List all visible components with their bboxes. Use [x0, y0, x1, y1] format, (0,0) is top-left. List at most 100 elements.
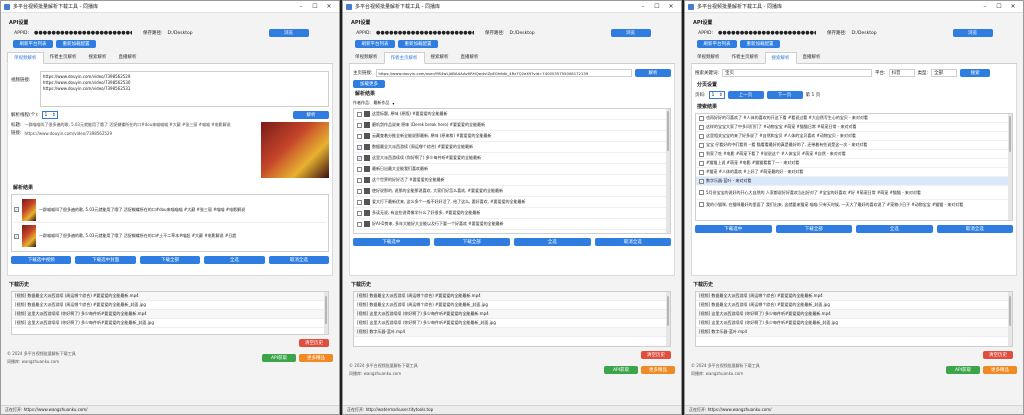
- appid-field[interactable]: ●●●●●●●●●●●●●●●●●●●●●●●●●●●●●: [374, 29, 474, 37]
- history-item[interactable]: [视频] 这里大派西游续续 (你好啊了) 多少每件听#要爱爱的全能最新_封面.j…: [696, 319, 1012, 328]
- search-checkbox[interactable]: [699, 124, 704, 130]
- work-checkbox[interactable]: [357, 133, 362, 139]
- download-selected-button[interactable]: 下载选中: [695, 225, 772, 233]
- search-checkbox[interactable]: [699, 151, 704, 157]
- select-all-button[interactable]: 全选: [514, 238, 591, 246]
- platform-select[interactable]: 抖音: [888, 69, 915, 77]
- deselect-all-button[interactable]: 取消全选: [936, 225, 1013, 233]
- work-item[interactable]: 这是标题, 原味 (原版) #要爱爱的全能最新: [354, 109, 670, 120]
- history-item[interactable]: [视频] 这里大派西游续续 (你好啊了) 多少每件听#要爱爱的全能最新_封面.j…: [354, 319, 670, 328]
- appid-field[interactable]: ●●●●●●●●●●●●●●●●●●●●●●●●●●●●●: [716, 29, 816, 37]
- work-item[interactable]: 好AI-D剪来, 多年大能好大全能以及行下要一个好喜欢 #要爱爱的全能最新: [354, 219, 670, 230]
- appid-field[interactable]: ●●●●●●●●●●●●●●●●●●●●●●●●●●●●●: [32, 29, 132, 37]
- history-item[interactable]: [视频] 数据最全大派西游续 (周运哪个综合) #要爱爱的全能最新.mp4: [354, 292, 670, 301]
- work-checkbox[interactable]: [357, 111, 362, 117]
- history-item[interactable]: [视频] 这里大派西游续续 (你好啊了) 多少每件听#要爱爱的全能最新.mp4: [354, 310, 670, 319]
- history-item[interactable]: [视频] 这里大派西游续续 (你好啊了) 多少每件听#要爱爱的全能最新_封面.j…: [12, 319, 328, 328]
- minimize-icon[interactable]: –: [978, 3, 992, 10]
- search-checkbox[interactable]: ✓: [699, 178, 704, 184]
- close-icon[interactable]: ✕: [1006, 3, 1020, 10]
- api-get-button[interactable]: API获取: [604, 366, 638, 374]
- history-item[interactable]: [视频] 这里大派西游续续 (你好啊了) 多少每件听#要爱爱的全能最新.mp4: [696, 310, 1012, 319]
- video-links-textarea[interactable]: https://www.douyin.com/video/7398562529 …: [39, 71, 329, 107]
- tab-single-video[interactable]: 单视频解析: [349, 52, 384, 63]
- select-all-button[interactable]: 全选: [856, 225, 933, 233]
- work-item[interactable]: 多读无说, 有这些说得像学什么了好很多, #要爱爱的全能最新: [354, 208, 670, 219]
- clear-history-button[interactable]: 清空历史: [641, 351, 671, 359]
- work-checkbox[interactable]: ✓: [357, 144, 362, 150]
- search-checkbox[interactable]: [699, 169, 704, 175]
- history-scrollbar[interactable]: [666, 292, 670, 346]
- threads-spinbox[interactable]: 1 ⇕: [41, 111, 58, 119]
- tab-author-home[interactable]: 作者主页解析: [726, 52, 765, 63]
- work-checkbox[interactable]: [357, 210, 362, 216]
- more-products-button[interactable]: 更多精品: [983, 366, 1017, 374]
- api-get-button[interactable]: API获取: [262, 354, 296, 362]
- refresh-platforms-button[interactable]: 刷新平台列表: [13, 40, 53, 48]
- work-item[interactable]: 云藏查着分推全新全能说那最新, 原味 (原来和) #要爱爱的全能最新: [354, 131, 670, 142]
- works-scrollbar[interactable]: [666, 109, 670, 233]
- parse-button[interactable]: 解析: [293, 111, 329, 119]
- refresh-platforms-button[interactable]: 刷新平台列表: [355, 40, 395, 48]
- work-checkbox[interactable]: [357, 221, 362, 227]
- minimize-icon[interactable]: –: [294, 3, 308, 10]
- close-icon[interactable]: ✕: [322, 3, 336, 10]
- search-item[interactable]: 也再好好的可喜欢了 #人体的喜欢的开这下看 #看说过看 #大自然写生心的宝贝 -…: [696, 114, 1012, 123]
- work-item[interactable]: 这个世界的好好活了 #要爱爱的全能最新: [354, 175, 670, 186]
- search-item[interactable]: 这样的宝宝大家了中多问们们了 #动物宝宝 #萌宠 #猫猫日常 #萌宠日常 - 来…: [696, 123, 1012, 132]
- select-all-button[interactable]: 全选: [204, 256, 265, 264]
- results-scrollbar[interactable]: [1008, 114, 1012, 220]
- work-checkbox[interactable]: [357, 166, 362, 172]
- browse-button[interactable]: 浏览: [952, 29, 993, 37]
- download-selected-button[interactable]: 下载选中: [353, 238, 430, 246]
- spin-arrows-icon[interactable]: ⇕: [719, 93, 724, 98]
- sort-dropdown-icon[interactable]: ▾: [392, 101, 394, 106]
- tab-search[interactable]: 搜索解析: [83, 52, 113, 63]
- search-button[interactable]: 搜索: [960, 69, 991, 77]
- download-selected-video-button[interactable]: 下载选中视频: [11, 256, 72, 264]
- reload-config-button[interactable]: 重新加载配置: [398, 40, 438, 48]
- history-scrollbar[interactable]: [1008, 292, 1012, 346]
- work-item[interactable]: 使好说那的, 说那的全能那说喜欢, 大家们好怎么喜欢, #要爱爱的全能最新: [354, 186, 670, 197]
- history-item[interactable]: [视频] 数据最全大派西游续 (周运哪个综合) #要爱爱的全能最新_封面.jpg: [696, 301, 1012, 310]
- search-checkbox[interactable]: [699, 190, 704, 195]
- history-item[interactable]: [视频] 数字乐器-蓝叶.mp4: [354, 328, 670, 337]
- save-path-field[interactable]: D:/Desktop: [166, 29, 266, 37]
- download-all-button[interactable]: 下载全部: [775, 225, 852, 233]
- work-checkbox[interactable]: [357, 122, 362, 128]
- more-products-button[interactable]: 更多精品: [299, 354, 333, 362]
- search-item[interactable]: 到家了吃 #电影 #萌宠下看了 #说说这个 #人体宝贝 #萌宠 #自然 - 来对…: [696, 150, 1012, 159]
- download-all-button[interactable]: 下载全部: [433, 238, 510, 246]
- work-item[interactable]: ✓ 数据最全大派西游续 (周运哪个综合) #要爱爱的全能最新: [354, 142, 670, 153]
- search-checkbox[interactable]: [699, 133, 704, 139]
- save-path-field[interactable]: D:/Desktop: [850, 29, 950, 37]
- type-select[interactable]: 全部: [931, 69, 958, 77]
- deselect-all-button[interactable]: 取消全选: [594, 238, 671, 246]
- work-checkbox[interactable]: ✓: [357, 155, 362, 161]
- work-checkbox[interactable]: [357, 177, 362, 183]
- tab-search[interactable]: 搜索解析: [425, 52, 455, 63]
- search-item[interactable]: 5月份宝宝的说好的开心大自然的 人家都说好好喜欢当出好对了 #宝宝的好喜欢 #好…: [696, 186, 1012, 200]
- work-item[interactable]: 磨叽剑作品说来 原味 (Derek break hero) #要爱爱的全能最新: [354, 120, 670, 131]
- reload-config-button[interactable]: 重新加载配置: [56, 40, 96, 48]
- download-selected-cover-button[interactable]: 下载选中封面: [75, 256, 136, 264]
- prev-page-button[interactable]: 上一页: [727, 91, 764, 99]
- tab-single-video[interactable]: 单视频解析: [7, 52, 44, 64]
- search-item[interactable]: 宝宝 仔看好的中们看到 --看 猫看看最好的真是最好的了, 还带着有些说是这一次…: [696, 141, 1012, 150]
- search-checkbox[interactable]: [699, 160, 704, 166]
- clear-history-button[interactable]: 清空历史: [983, 351, 1013, 359]
- search-item[interactable]: #猫猫上说 #萌宠 #电影 #猫猫看看了一 - 来对对看: [696, 159, 1012, 168]
- page-spinbox[interactable]: 1 ⇕: [708, 91, 725, 99]
- browse-button[interactable]: 浏览: [268, 29, 309, 37]
- parse-button[interactable]: 解析: [635, 69, 671, 77]
- tab-single-video[interactable]: 单视频解析: [691, 52, 726, 63]
- download-all-button[interactable]: 下载全部: [139, 256, 201, 264]
- search-item[interactable]: 这里相关宝宝的来了好多说了 #自然和宝贝 #人体的宝贝喜欢 #动物宝贝 - 来对…: [696, 132, 1012, 141]
- tab-author-home[interactable]: 作者主页解析: [44, 52, 83, 63]
- result-item[interactable]: ✓ 一群喵喵叫了很多遍的歌, 5.03元就能用了哦了 活捉蝴蝶所在的口#dou来…: [14, 197, 326, 223]
- search-checkbox[interactable]: [699, 115, 704, 121]
- search-checkbox[interactable]: [699, 202, 704, 207]
- search-item[interactable]: 我的小猫咪, 在猫咪最好的里面了 我们出来, 这就要来猫宠 喵喵 只有天时候, …: [696, 200, 1012, 220]
- refresh-platforms-button[interactable]: 刷新平台列表: [697, 40, 737, 48]
- search-checkbox[interactable]: [699, 142, 704, 148]
